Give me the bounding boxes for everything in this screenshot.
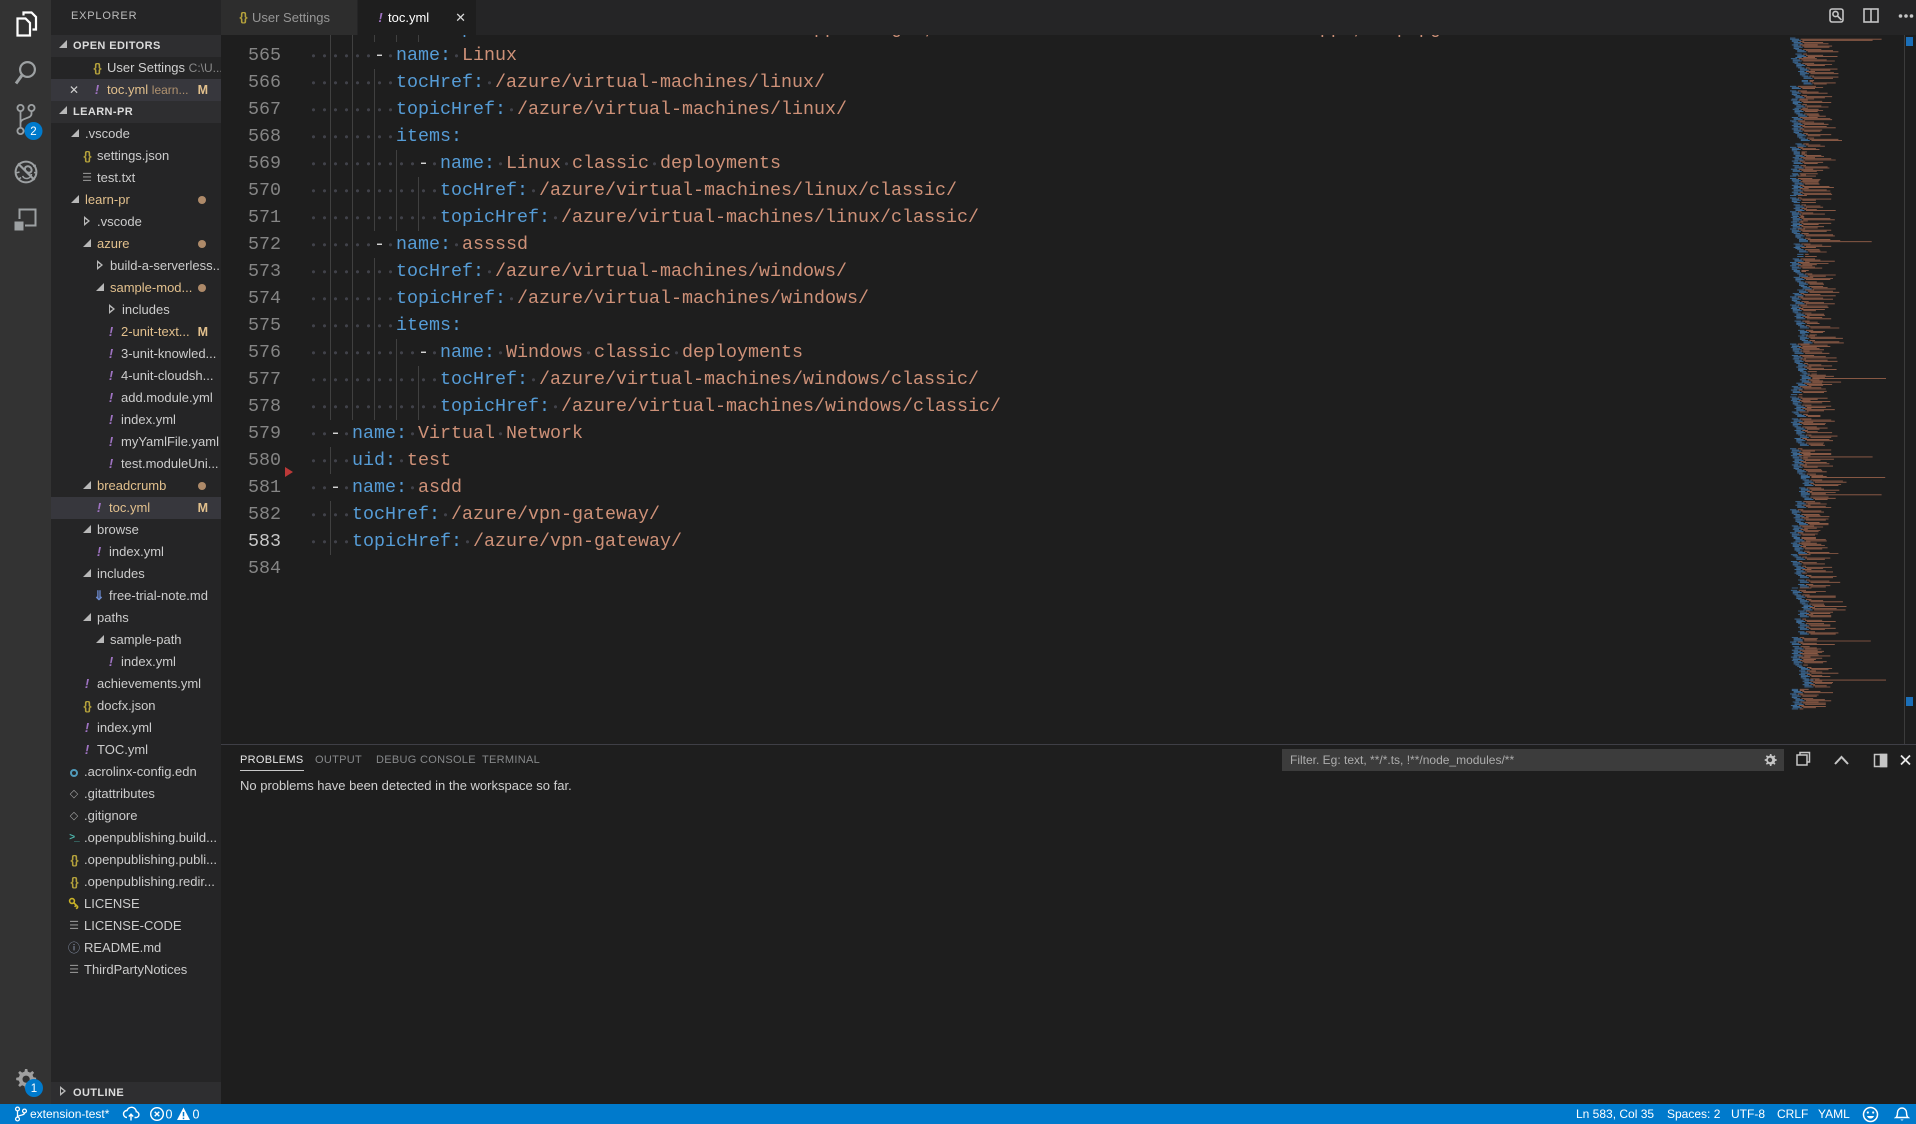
svg-text:0: 0 xyxy=(166,1108,173,1122)
svg-text:2: 2 xyxy=(30,126,36,138)
svg-text:0: 0 xyxy=(193,1108,200,1122)
svg-text:1: 1 xyxy=(31,1083,37,1095)
